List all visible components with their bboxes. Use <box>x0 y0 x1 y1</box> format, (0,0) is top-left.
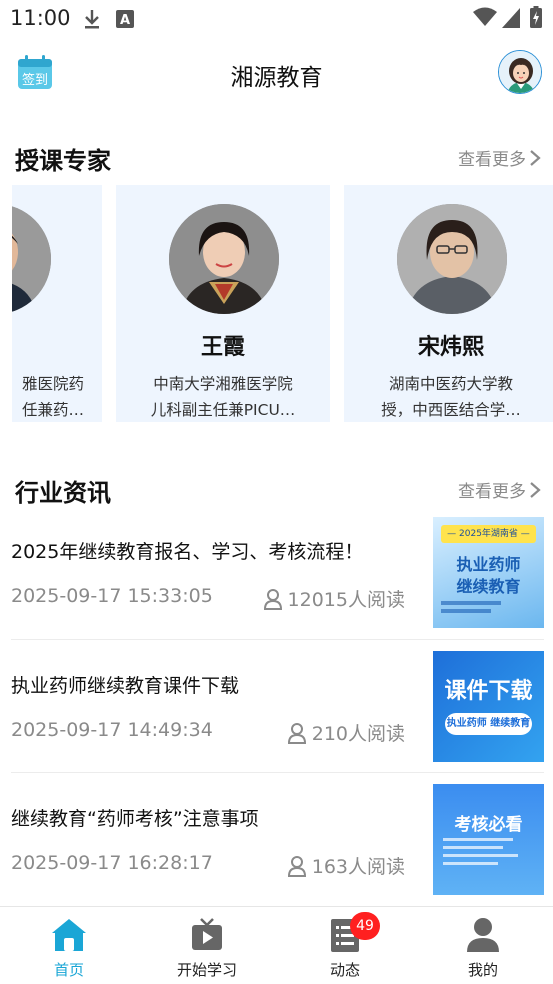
news-section-title: 行业资讯 <box>15 479 111 507</box>
thumb-decoration <box>443 846 503 849</box>
news-thumbnail: — 2025年湖南省 — 执业药师 继续教育 <box>433 517 544 628</box>
expert-name: 邵 <box>12 329 102 361</box>
news-date: 2025-09-17 16:28:17 <box>11 852 213 874</box>
user-icon <box>467 918 499 952</box>
person-icon <box>287 855 306 877</box>
expert-desc-line: 雅医院药 <box>21 375 84 393</box>
read-count-label: 12015人阅读 <box>287 589 405 611</box>
chevron-right-icon <box>530 481 541 498</box>
news-read-count: 12015人阅读 <box>263 585 405 612</box>
news-thumbnail: 考核必看 <box>433 784 544 895</box>
divider <box>11 639 544 640</box>
thumb-decoration <box>441 601 501 605</box>
read-count-label: 210人阅读 <box>311 723 405 745</box>
thumb-line: 执业药师 <box>456 555 521 574</box>
thumb-banner: — 2025年湖南省 — <box>441 525 536 543</box>
news-see-more-link[interactable]: 查看更多 <box>458 477 541 502</box>
notification-badge: 49 <box>350 912 380 940</box>
page-title: 湘源教育 <box>230 65 323 91</box>
user-avatar[interactable] <box>498 50 542 94</box>
expert-desc-line: 授，中西医结合学… <box>381 401 521 419</box>
expert-description: 中南大学湘雅医学院 儿科副主任兼PICU… <box>134 371 312 422</box>
experts-see-more-link[interactable]: 查看更多 <box>458 145 541 170</box>
chevron-right-icon <box>530 149 541 166</box>
nav-label: 开始学习 <box>176 961 237 979</box>
expert-name: 宋炜熙 <box>417 335 484 360</box>
thumb-line: 考核必看 <box>454 815 523 835</box>
nav-feed[interactable]: 动态 <box>276 907 414 984</box>
see-more-label: 查看更多 <box>458 482 526 502</box>
thumb-line: 执业药师 继续教育 <box>445 713 532 735</box>
expert-description: 雅医院药 任兼药… <box>12 371 84 422</box>
thumb-decoration <box>441 609 491 613</box>
thumb-line: 课件下载 <box>444 679 533 704</box>
news-date: 2025-09-17 14:49:34 <box>11 719 213 741</box>
expert-desc-line: 湖南中医药大学教 <box>388 375 513 393</box>
expert-description: 湖南中医药大学教 授，中西医结合学… <box>362 371 540 422</box>
news-item[interactable]: 执业药师继续教育课件下载 2025-09-17 14:49:34 210人阅读 … <box>11 651 544 763</box>
expert-photo <box>12 204 51 314</box>
wifi-icon <box>473 7 497 26</box>
news-title: 执业药师继续教育课件下载 <box>11 675 240 697</box>
experts-carousel[interactable]: 邵 雅医院药 任兼药… 王霞 中南大学湘雅医学院 儿科副主任兼PICU… <box>12 185 553 422</box>
expert-name: 王霞 <box>200 335 245 360</box>
bottom-navigation: 首页 开始学习 动态 49 我的 <box>0 906 553 984</box>
avatar-icon <box>499 51 541 93</box>
news-item[interactable]: 继续教育“药师考核”注意事项 2025-09-17 16:28:17 163人阅… <box>11 784 544 896</box>
see-more-label: 查看更多 <box>458 150 526 170</box>
svg-text:A: A <box>120 13 130 28</box>
tv-play-icon <box>192 918 222 950</box>
read-count-label: 163人阅读 <box>311 856 405 878</box>
news-title: 2025年继续教育报名、学习、考核流程！ <box>11 541 364 563</box>
nav-label: 首页 <box>53 961 84 979</box>
thumb-line: 继续教育 <box>456 577 521 596</box>
news-date: 2025-09-17 15:33:05 <box>11 585 213 607</box>
status-time: 11:00 <box>10 6 71 30</box>
experts-section-title: 授课专家 <box>15 147 111 175</box>
thumb-decoration <box>443 862 498 865</box>
signal-icon <box>502 8 520 28</box>
nav-label: 动态 <box>329 961 360 979</box>
download-icon <box>85 10 99 29</box>
thumb-decoration <box>443 838 513 841</box>
expert-card[interactable]: 宋炜熙 湖南中医药大学教 授，中西医结合学… <box>344 185 553 422</box>
expert-photo <box>397 204 507 314</box>
nav-label: 我的 <box>467 961 498 979</box>
divider <box>11 772 544 773</box>
thumb-decoration <box>443 854 518 857</box>
news-item[interactable]: 2025年继续教育报名、学习、考核流程！ 2025-09-17 15:33:05… <box>11 517 544 629</box>
news-read-count: 210人阅读 <box>287 719 405 746</box>
nav-home[interactable]: 首页 <box>0 907 138 984</box>
expert-card[interactable]: 邵 雅医院药 任兼药… <box>12 185 102 422</box>
expert-desc-line: 任兼药… <box>21 401 84 419</box>
app-header: 签到 湘源教育 <box>0 42 553 104</box>
nav-start-learning[interactable]: 开始学习 <box>138 907 276 984</box>
font-a-icon: A <box>116 10 134 28</box>
news-title: 继续教育“药师考核”注意事项 <box>11 808 259 830</box>
battery-icon <box>530 6 542 28</box>
person-icon <box>263 588 282 610</box>
status-bar: 11:00 A <box>0 0 553 38</box>
news-thumbnail: 课件下载 执业药师 继续教育 <box>433 651 544 762</box>
expert-photo <box>169 204 279 314</box>
nav-profile[interactable]: 我的 <box>414 907 552 984</box>
news-read-count: 163人阅读 <box>287 852 405 879</box>
expert-desc-line: 中南大学湘雅医学院 <box>153 375 293 393</box>
expert-card[interactable]: 王霞 中南大学湘雅医学院 儿科副主任兼PICU… <box>116 185 330 422</box>
person-icon <box>287 722 306 744</box>
home-icon <box>52 919 86 951</box>
expert-desc-line: 儿科副主任兼PICU… <box>150 401 296 419</box>
